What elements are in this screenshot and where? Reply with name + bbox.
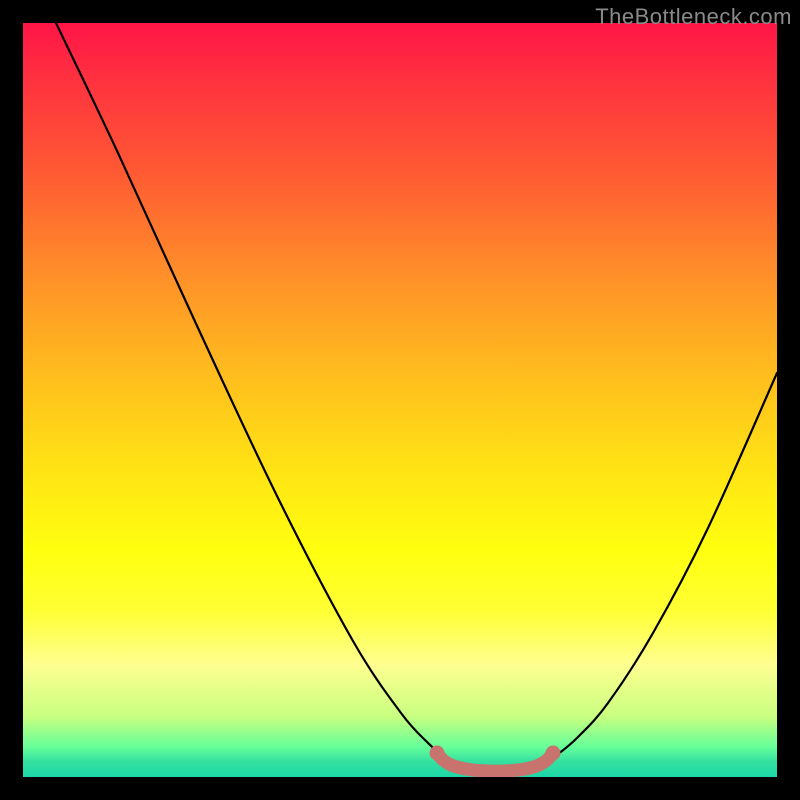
- chart-frame: TheBottleneck.com: [0, 0, 800, 800]
- chart-svg: [23, 23, 777, 777]
- sweet-spot-highlight: [437, 753, 553, 771]
- bottleneck-curve: [56, 23, 777, 769]
- highlight-end-left: [430, 746, 445, 761]
- watermark-text: TheBottleneck.com: [595, 4, 792, 30]
- highlight-end-right: [546, 746, 561, 761]
- plot-area: [23, 23, 777, 777]
